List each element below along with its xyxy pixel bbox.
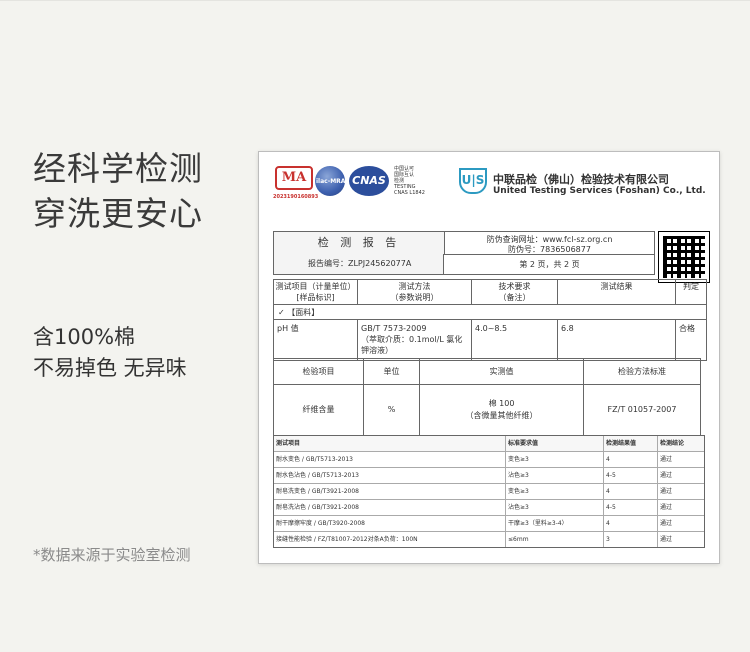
table-cell: 通过 — [660, 456, 673, 463]
table-row: 接缝性能检验 / FZ/T81007-2012对条A负荷：100N ≤6mm 3… — [274, 532, 704, 547]
table-cell: 4 — [604, 516, 658, 531]
table-cell: 4 — [604, 452, 658, 467]
table-header: 标准要求值 — [506, 436, 604, 451]
company-name-en: United Testing Services (Foshan) Co., Lt… — [493, 186, 706, 196]
table-cell: 沾色≥3 — [506, 500, 604, 515]
table-cell: 沾色≥3 — [506, 468, 604, 483]
table-cell: 6.8 — [558, 320, 676, 360]
report-header: 检 测 报 告 报告编号：ZLPJ24562077A 防伪查询网址：www.fc… — [273, 231, 655, 275]
table-row: 耐干摩擦牢度 / GB/T3920-2008 干摩≥3（里料≥3-4） 4 通过 — [274, 516, 704, 532]
test-report-document: MA 2023190160893 ilac-MRA CNAS 中国认可 国际互认… — [258, 151, 720, 564]
table-header: 测试方法 （参数说明） — [358, 280, 472, 304]
table-header: 技术要求 （备注） — [472, 280, 558, 304]
company-name-cn: 中联品检（佛山）检验技术有限公司 — [493, 173, 669, 186]
table-cell: 4 — [604, 484, 658, 499]
table-row: 耐水变色 / GB/T5713-2013 变色≥3 4 通过 — [274, 452, 704, 468]
table-cell: % — [364, 385, 420, 435]
table-cell: 耐皂洗变色 / GB/T3921-2008 — [274, 484, 506, 499]
table-header: 测试项目 — [274, 436, 506, 451]
table-header: 检测结果值 — [604, 436, 658, 451]
table-cell: 耐水变色 / GB/T5713-2013 — [274, 452, 506, 467]
feature-line-1: 含100%棉 — [33, 325, 136, 349]
headline: 经科学检测 穿洗更安心 — [33, 146, 203, 236]
table-header-row: 测试项目 标准要求值 检测结果值 检测结论 — [274, 436, 704, 452]
table-header: 单位 — [364, 359, 420, 385]
top-divider — [0, 0, 750, 1]
ph-test-table: 测试项目（计量单位） [样品标识] 测试方法 （参数说明） 技术要求 （备注） … — [273, 279, 707, 361]
footnote: *数据来源于实验室检测 — [33, 546, 191, 564]
headline-line-2: 穿洗更安心 — [33, 194, 203, 233]
table-cell: 合格 — [679, 324, 695, 333]
table-cell: 耐皂洗沾色 / GB/T3921-2008 — [274, 500, 506, 515]
table-header: 检验项目 — [274, 359, 364, 385]
table-cell: 耐干摩擦牢度 / GB/T3920-2008 — [274, 516, 506, 531]
qr-code — [658, 231, 710, 283]
table-cell: 通过 — [660, 504, 673, 511]
table-cell: ≤6mm — [506, 532, 604, 547]
company-logo: U|S — [459, 168, 487, 194]
report-title: 检 测 报 告 — [274, 232, 445, 255]
table-header: 实测值 — [420, 359, 584, 385]
table-row: 耐皂洗变色 / GB/T3921-2008 变色≥3 4 通过 — [274, 484, 704, 500]
colorfastness-table: 测试项目 标准要求值 检测结果值 检测结论 耐水变色 / GB/T5713-20… — [273, 435, 705, 548]
table-cell: 变色≥3 — [506, 452, 604, 467]
table-cell: 3 — [604, 532, 658, 547]
table-cell: 通过 — [660, 536, 673, 543]
table-header: 检验方法标准 — [584, 359, 700, 385]
table-cell: 变色≥3 — [506, 484, 604, 499]
table-cell: 通过 — [660, 520, 673, 527]
page-count: 第 2 页，共 2 页 — [445, 254, 654, 275]
table-cell: 棉 100 （含微量其他纤维） — [420, 385, 584, 435]
fabric-band: ✓ 【面料】 — [274, 304, 706, 320]
table-cell: 4-5 — [604, 468, 658, 483]
cma-logo: MA — [275, 166, 313, 190]
table-header: 测试结果 — [558, 280, 676, 304]
table-cell: 4-5 — [604, 500, 658, 515]
report-number: 报告编号：ZLPJ24562077A — [274, 254, 444, 274]
table-cell: FZ/T 01057-2007 — [607, 405, 677, 414]
table-cell: 干摩≥3（里料≥3-4） — [506, 516, 604, 531]
cnas-accreditation-text: 中国认可 国际互认 检测 TESTING CNAS L1842 — [394, 166, 425, 196]
anti-fake-info: 防伪查询网址：www.fcl-sz.org.cn 防伪号：7836506877 — [445, 235, 654, 255]
table-header: 测试项目（计量单位） [样品标识] — [274, 280, 358, 304]
fiber-content-table: 检验项目 单位 实测值 检验方法标准 纤维含量 % 棉 100 （含微量其他纤维… — [273, 358, 701, 436]
ilac-mra-label: ilac-MRA — [316, 178, 346, 185]
feature-line-2: 不易掉色 无异味 — [33, 356, 187, 380]
headline-line-1: 经科学检测 — [33, 149, 203, 188]
table-cell: 通过 — [660, 472, 673, 479]
table-cell: 通过 — [660, 488, 673, 495]
table-cell: 接缝性能检验 / FZ/T81007-2012对条A负荷：100N — [274, 532, 506, 547]
cma-number: 2023190160893 — [273, 194, 319, 200]
table-cell: 纤维含量 — [274, 385, 364, 435]
table-row: 耐皂洗沾色 / GB/T3921-2008 沾色≥3 4-5 通过 — [274, 500, 704, 516]
anti-fake-url: 防伪查询网址：www.fcl-sz.org.cn — [486, 235, 613, 244]
cnas-logo: CNAS — [349, 166, 389, 196]
table-cell: pH 值 — [274, 320, 358, 360]
cnas-line: CNAS L1842 — [394, 190, 425, 196]
table-cell: 4.0~8.5 — [472, 320, 558, 360]
table-cell: GB/T 7573-2009 （萃取介质：0.1mol/L 氯化钾溶液） — [358, 320, 472, 360]
table-row: 耐水色沾色 / GB/T5713-2013 沾色≥3 4-5 通过 — [274, 468, 704, 484]
table-cell: 耐水色沾色 / GB/T5713-2013 — [274, 468, 506, 483]
table-header: 检测结论 — [660, 440, 685, 447]
table-header: 判定 — [683, 282, 699, 291]
feature-text: 含100%棉 不易掉色 无异味 — [33, 322, 187, 384]
